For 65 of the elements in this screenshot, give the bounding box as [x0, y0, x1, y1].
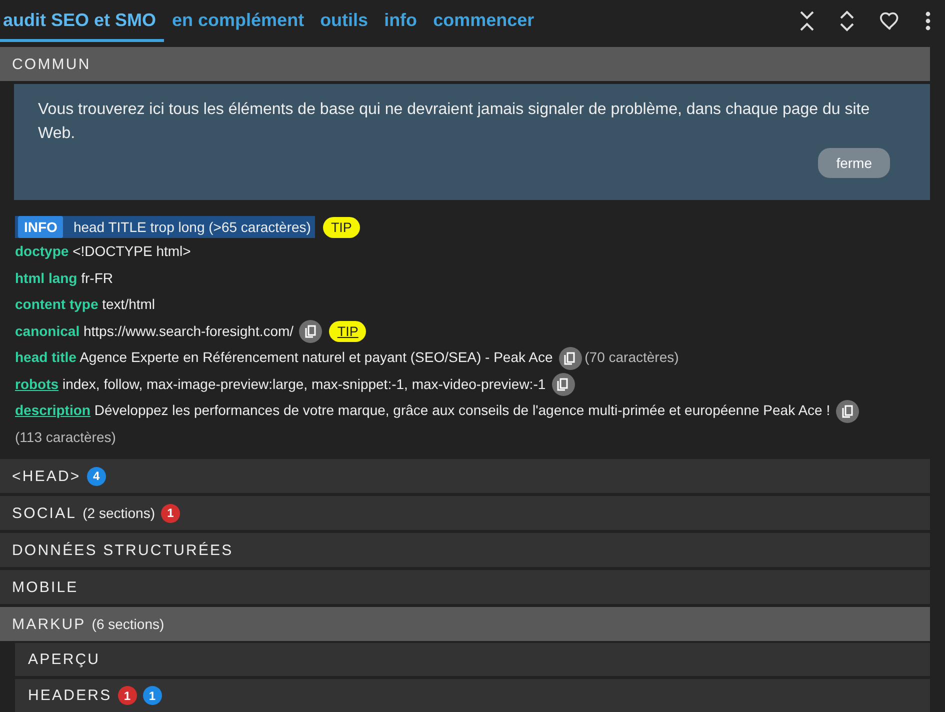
copy-button[interactable] [558, 346, 582, 370]
field-value: Développez les performances de votre marque, grâce aux conseils de l'agence multi-primée et européenne Peak Ace ! [94, 402, 830, 418]
field-value: index, follow, max-image-preview:large, max-snippet:-1, max-video-preview:-1 [62, 376, 546, 392]
section-header[interactable]: DONNÉES STRUCTURÉES [0, 533, 930, 567]
section-header[interactable]: SOCIAL (2 sections) 1 [0, 496, 930, 530]
tip-button[interactable]: TIP [322, 216, 360, 238]
close-button[interactable]: ferme [818, 148, 890, 178]
toolbar-button[interactable] [839, 10, 855, 32]
tab[interactable]: audit SEO et SMO [0, 6, 164, 42]
copy-icon [304, 325, 317, 338]
toolbar-button[interactable] [925, 11, 931, 31]
toolbar-button[interactable] [879, 11, 901, 31]
collapse-icon [799, 10, 815, 32]
char-count: (70 caractères) [584, 349, 679, 365]
copy-icon [557, 378, 570, 392]
copy-icon [564, 352, 576, 365]
alert-text: head TITLE trop long (>65 caractères) [73, 218, 311, 237]
tab[interactable]: en complément [164, 6, 312, 42]
field-value: https://www.search-foresight.com/ [83, 322, 294, 338]
more-icon [925, 11, 931, 31]
field-label: content type [15, 296, 98, 312]
section-title: MARKUP [12, 616, 86, 632]
copy-button[interactable] [299, 320, 322, 344]
count-badge: 1 [118, 686, 137, 705]
char-count: (113 caractères) [15, 428, 116, 444]
field-label[interactable]: robots [15, 376, 59, 392]
field-value: text/html [102, 296, 156, 312]
tip-button[interactable]: TIP [329, 321, 366, 342]
count-badge: 1 [160, 504, 180, 522]
field-label: head title [15, 349, 76, 365]
subsection-title: APERÇU [28, 651, 100, 668]
subsection-header[interactable]: APERÇU [15, 643, 930, 676]
subsection-header[interactable]: HEADERS 1 1 [15, 679, 930, 712]
section-header[interactable]: COMMUN [0, 47, 930, 81]
section-header[interactable]: <HEAD> 4 [0, 459, 930, 493]
field-label: html lang [15, 270, 78, 286]
field-value: fr-FR [81, 270, 114, 286]
copy-button[interactable] [836, 400, 860, 423]
section-title: COMMUN [12, 56, 91, 72]
tab[interactable]: commencer [425, 6, 542, 42]
heart-icon [879, 11, 901, 31]
field-label: canonical [15, 322, 80, 338]
section-header[interactable]: MARKUP (6 sections) [0, 607, 930, 641]
section-title: DONNÉES STRUCTURÉES [12, 542, 234, 558]
field-label[interactable]: description [15, 402, 90, 418]
section-title: <HEAD> [12, 468, 81, 484]
section-title: MOBILE [12, 578, 78, 596]
section-header[interactable]: MOBILE [0, 570, 930, 604]
notice-text: Vous trouverez ici tous les éléments de base qui ne devraient jamais signaler de problème, dans chaque page du site Web. [38, 100, 871, 144]
expand-icon [839, 10, 855, 32]
field-label: doctype [15, 243, 69, 259]
subsection-title: HEADERS [28, 687, 112, 704]
field-value: <!DOCTYPE html> [72, 243, 191, 259]
tab[interactable]: outils [312, 6, 376, 42]
tab[interactable]: info [376, 6, 426, 42]
section-count: (6 sections) [92, 616, 164, 632]
field-value: Agence Experte en Référencement naturel et payant (SEO/SEA) - Peak Ace [80, 349, 553, 365]
info-tag: INFO [18, 216, 64, 238]
count-badge: 1 [142, 686, 162, 705]
section-title: SOCIAL [12, 504, 77, 522]
count-badge: 4 [86, 466, 106, 486]
section-count: (2 sections) [82, 505, 155, 521]
copy-button[interactable] [552, 373, 575, 396]
copy-icon [842, 404, 854, 418]
toolbar-button[interactable] [799, 10, 815, 32]
